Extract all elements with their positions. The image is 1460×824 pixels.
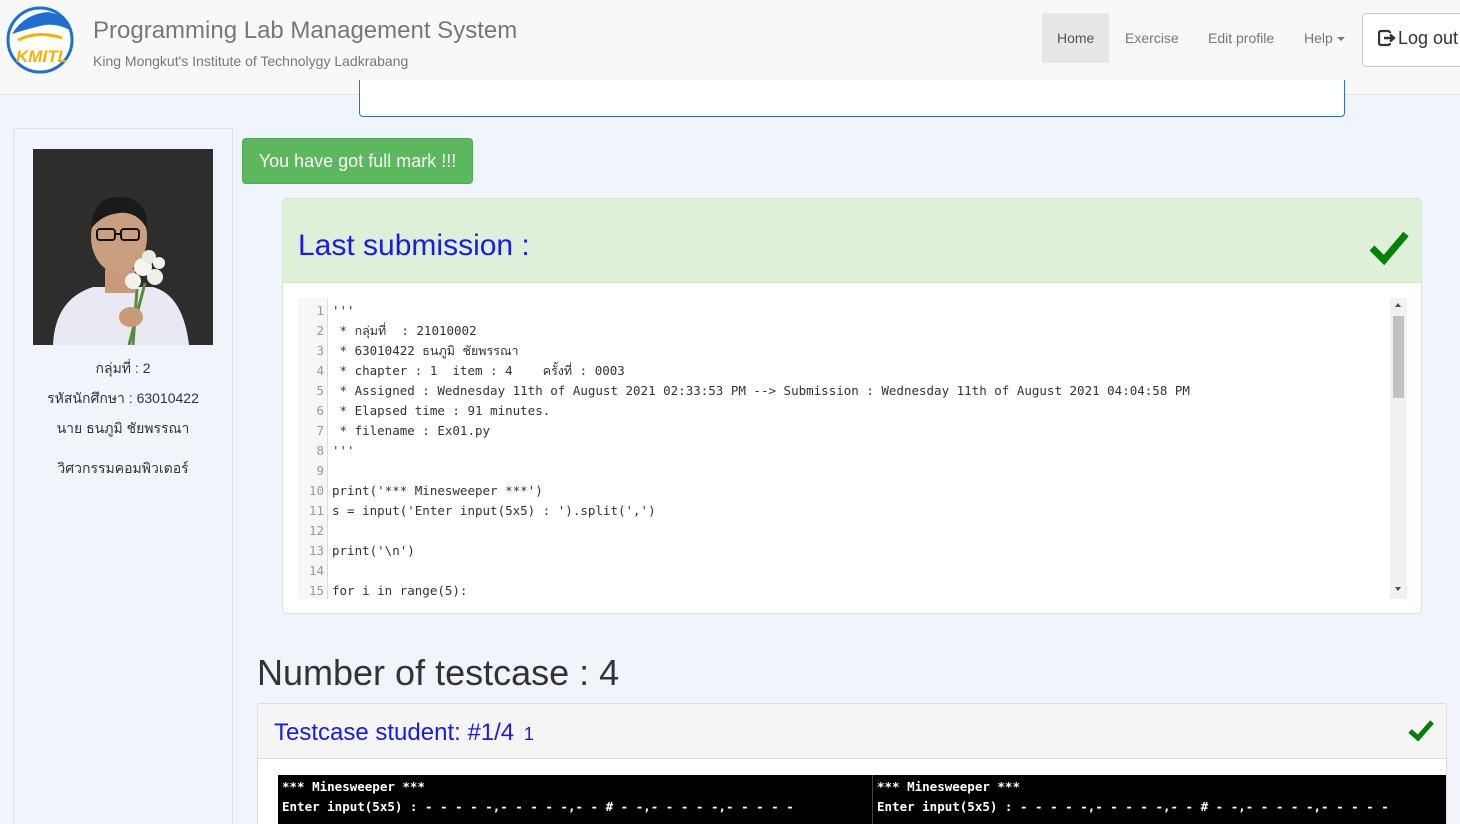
line-number: 4 [316, 363, 324, 378]
nav-help-dropdown[interactable]: Help [1289, 13, 1360, 63]
line-number: 6 [316, 403, 324, 418]
profile-sidebar: กลุ่มที่ : 2 รหัสนักศึกษา : 63010422 นาย… [13, 128, 233, 824]
expected-output: *** Minesweeper *** Enter input(5x5) : -… [278, 775, 872, 824]
student-output: *** Minesweeper *** Enter input(5x5) : -… [872, 775, 1446, 824]
code-line: 10 print('*** Minesweeper ***') [298, 481, 1388, 501]
code-line: 2 * กลุ่มที่ : 21010002 [298, 321, 1388, 341]
line-number: 7 [316, 423, 324, 438]
code-text: s = input('Enter input(5x5) : ').split('… [332, 503, 656, 518]
code-line: 15 for i in range(5): [298, 581, 1388, 599]
code-line: 3 * 63010422 ธนภูมิ ชัยพรรณา [298, 341, 1388, 361]
brand-subtitle: King Mongkut's Institute of Technolygy L… [93, 53, 409, 69]
line-number: 1 [316, 303, 324, 318]
logout-label: Log out [1398, 28, 1459, 48]
code-line: 1 ''' [298, 301, 1388, 321]
line-number: 8 [316, 443, 324, 458]
last-submission-title: Last submission : [298, 229, 530, 262]
code-line: 13 print('\n') [298, 541, 1388, 561]
avatar [33, 149, 213, 345]
line-number: 13 [308, 543, 324, 558]
line-number: 3 [316, 343, 324, 358]
code-line: 11 s = input('Enter input(5x5) : ').split… [298, 501, 1388, 521]
line-number: 2 [316, 323, 324, 338]
code-text: * กลุ่มที่ : 21010002 [332, 323, 477, 338]
code-text: print('\n') [332, 543, 415, 558]
line-number: 5 [316, 383, 324, 398]
last-submission-panel: Last submission : 1 ''' 2 * กลุ่มที่ : 210… [282, 198, 1422, 614]
scroll-thumb[interactable] [1393, 316, 1404, 398]
code-text: * chapter : 1 item : 4 ครั้งที่ : 0003 [332, 363, 625, 378]
nav-exercise[interactable]: Exercise [1110, 13, 1194, 63]
top-panel [359, 80, 1345, 117]
code-line: 9 [298, 461, 1388, 481]
nav-edit-profile[interactable]: Edit profile [1193, 13, 1289, 63]
check-icon [1369, 231, 1409, 265]
nav-home[interactable]: Home [1042, 13, 1109, 63]
code-text: print('*** Minesweeper ***') [332, 483, 543, 498]
testcase-count-heading: Number of testcase : 4 [257, 652, 620, 693]
logout-icon [1377, 29, 1396, 47]
testcase-title-text: Testcase student: #1/4 [274, 719, 515, 746]
line-number: 14 [308, 563, 324, 578]
testcase-header[interactable]: Testcase student: #1/4 1 [258, 704, 1446, 759]
testcase-title: Testcase student: #1/4 1 [274, 719, 534, 747]
profile-name: นาย ธนภูมิ ชัยพรรณา [56, 420, 190, 436]
line-number: 12 [308, 523, 324, 538]
code-text: * Elapsed time : 91 minutes. [332, 403, 551, 418]
code-viewer[interactable]: 1 ''' 2 * กลุ่มที่ : 21010002 3 * 63010422 … [298, 298, 1407, 599]
code-text: * Assigned : Wednesday 11th of August 20… [332, 383, 1190, 398]
code-line: 5 * Assigned : Wednesday 11th of August … [298, 381, 1388, 401]
profile-group: กลุ่มที่ : 2 [95, 360, 151, 376]
code-text: ''' [332, 303, 355, 318]
kmitl-logo[interactable]: KMITL [4, 4, 80, 74]
code-text: for i in range(5): [332, 583, 468, 598]
line-number: 15 [308, 583, 324, 598]
profile-department: วิศวกรรมคอมพิวเตอร์ [57, 460, 189, 476]
code-line: 8 ''' [298, 441, 1388, 461]
line-number: 9 [316, 463, 324, 478]
code-scrollbar[interactable] [1390, 298, 1407, 599]
scroll-up-icon[interactable] [1395, 303, 1401, 307]
chevron-down-icon [1336, 37, 1345, 42]
brand-title[interactable]: Programming Lab Management System [93, 17, 517, 45]
profile-student-id: รหัสนักศึกษา : 63010422 [47, 390, 199, 406]
line-number: 10 [308, 483, 324, 498]
last-submission-header: Last submission : [283, 199, 1421, 283]
code-line: 7 * filename : Ex01.py [298, 421, 1388, 441]
code-text: ''' [332, 443, 355, 458]
scroll-down-icon[interactable] [1395, 587, 1401, 591]
full-mark-alert[interactable]: You have got full mark !!! [242, 138, 473, 184]
check-icon [1408, 720, 1434, 741]
testcase-panel: Testcase student: #1/4 1 *** Minesweeper… [257, 703, 1447, 824]
code-line: 12 [298, 521, 1388, 541]
code-line: 14 [298, 561, 1388, 581]
code-text: * filename : Ex01.py [332, 423, 491, 438]
nav-help-label: Help [1304, 30, 1333, 46]
testcase-badge: 1 [523, 724, 534, 744]
logo-text: KMITL [16, 47, 68, 66]
code-text: * 63010422 ธนภูมิ ชัยพรรณา [332, 343, 519, 358]
code-line: 4 * chapter : 1 item : 4 ครั้งที่ : 0003 [298, 361, 1388, 381]
code-line: 6 * Elapsed time : 91 minutes. [298, 401, 1388, 421]
line-number: 11 [308, 503, 324, 518]
logout-button[interactable]: Log out [1362, 13, 1460, 67]
